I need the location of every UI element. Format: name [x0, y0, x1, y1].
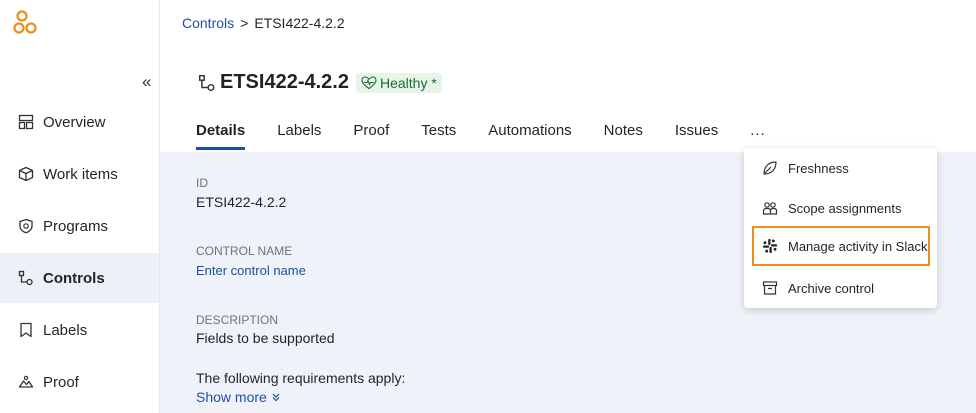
menu-item-archive-control[interactable]: Archive control	[744, 268, 937, 308]
show-more-link[interactable]: Show more	[196, 389, 281, 405]
tab-issues[interactable]: Issues	[675, 122, 718, 150]
logo-icon[interactable]	[12, 8, 40, 36]
status-text: Healthy *	[379, 74, 437, 91]
more-actions-menu: Freshness Scope assignments Manage activ…	[744, 148, 937, 308]
menu-item-freshness[interactable]: Freshness	[744, 148, 937, 188]
sidebar-item-controls[interactable]: Controls	[0, 253, 159, 303]
tab-notes[interactable]: Notes	[604, 122, 643, 150]
menu-item-label: Manage activity in Slack	[788, 238, 928, 254]
controls-icon	[17, 269, 35, 287]
menu-item-label: Scope assignments	[788, 200, 902, 216]
sidebar-item-label: Work items	[43, 165, 118, 183]
show-more-label: Show more	[196, 389, 267, 405]
sidebar-item-label: Programs	[43, 217, 109, 235]
sidebar-item-label: Labels	[43, 321, 88, 339]
sidebar-item-proof[interactable]: Proof	[0, 357, 159, 407]
breadcrumb: Controls > ETSI422-4.2.2	[182, 15, 345, 31]
slack-icon	[762, 238, 778, 254]
page-title: ETSI422-4.2.2	[220, 71, 349, 93]
menu-item-label: Freshness	[788, 160, 849, 176]
description-label: DESCRIPTION	[196, 313, 279, 327]
heartbeat-icon	[361, 75, 377, 89]
sidebar: « Overview Work items Programs Controls …	[0, 0, 160, 413]
box-icon	[17, 165, 35, 183]
sidebar-item-programs[interactable]: Programs	[0, 201, 159, 251]
tab-labels[interactable]: Labels	[277, 122, 321, 150]
shield-icon	[17, 217, 35, 235]
sidebar-item-overview[interactable]: Overview	[0, 97, 159, 147]
tab-bar: Details Labels Proof Tests Automations N…	[196, 122, 798, 150]
label-icon	[17, 321, 35, 339]
double-chevron-down-icon	[272, 393, 280, 402]
sidebar-item-labels[interactable]: Labels	[0, 305, 159, 355]
tab-details[interactable]: Details	[196, 122, 246, 150]
menu-item-scope-assignments[interactable]: Scope assignments	[744, 188, 937, 228]
tab-more-button[interactable]: ...	[750, 122, 766, 150]
breadcrumb-controls-link[interactable]: Controls	[182, 15, 234, 31]
controls-icon	[198, 74, 215, 91]
description-value-line: The following requirements apply:	[196, 370, 406, 386]
page-header: Controls > ETSI422-4.2.2 ETSI422-4.2.2 H…	[160, 0, 976, 152]
people-icon	[762, 200, 778, 216]
description-value: Fields to be supported	[196, 330, 335, 346]
breadcrumb-current: ETSI422-4.2.2	[254, 15, 345, 31]
id-value: ETSI422-4.2.2	[196, 194, 287, 210]
status-badge: Healthy *	[355, 72, 442, 93]
id-label: ID	[196, 176, 208, 190]
overview-icon	[17, 113, 35, 131]
menu-item-label: Archive control	[788, 280, 874, 296]
tab-tests[interactable]: Tests	[421, 122, 456, 150]
leaf-icon	[762, 160, 778, 176]
menu-item-manage-slack[interactable]: Manage activity in Slack	[752, 226, 930, 266]
breadcrumb-separator: >	[240, 15, 249, 31]
collapse-sidebar-button[interactable]: «	[142, 72, 151, 92]
sidebar-item-label: Overview	[43, 113, 106, 131]
sidebar-item-label: Controls	[43, 269, 105, 287]
control-name-input[interactable]: Enter control name	[196, 263, 306, 278]
control-name-label: CONTROL NAME	[196, 244, 293, 258]
title-row: ETSI422-4.2.2 Healthy *	[198, 71, 442, 94]
proof-icon	[17, 373, 35, 391]
tab-automations[interactable]: Automations	[488, 122, 571, 150]
sidebar-item-label: Proof	[43, 373, 79, 391]
sidebar-item-work-items[interactable]: Work items	[0, 149, 159, 199]
archive-icon	[762, 280, 778, 296]
tab-proof[interactable]: Proof	[353, 122, 389, 150]
